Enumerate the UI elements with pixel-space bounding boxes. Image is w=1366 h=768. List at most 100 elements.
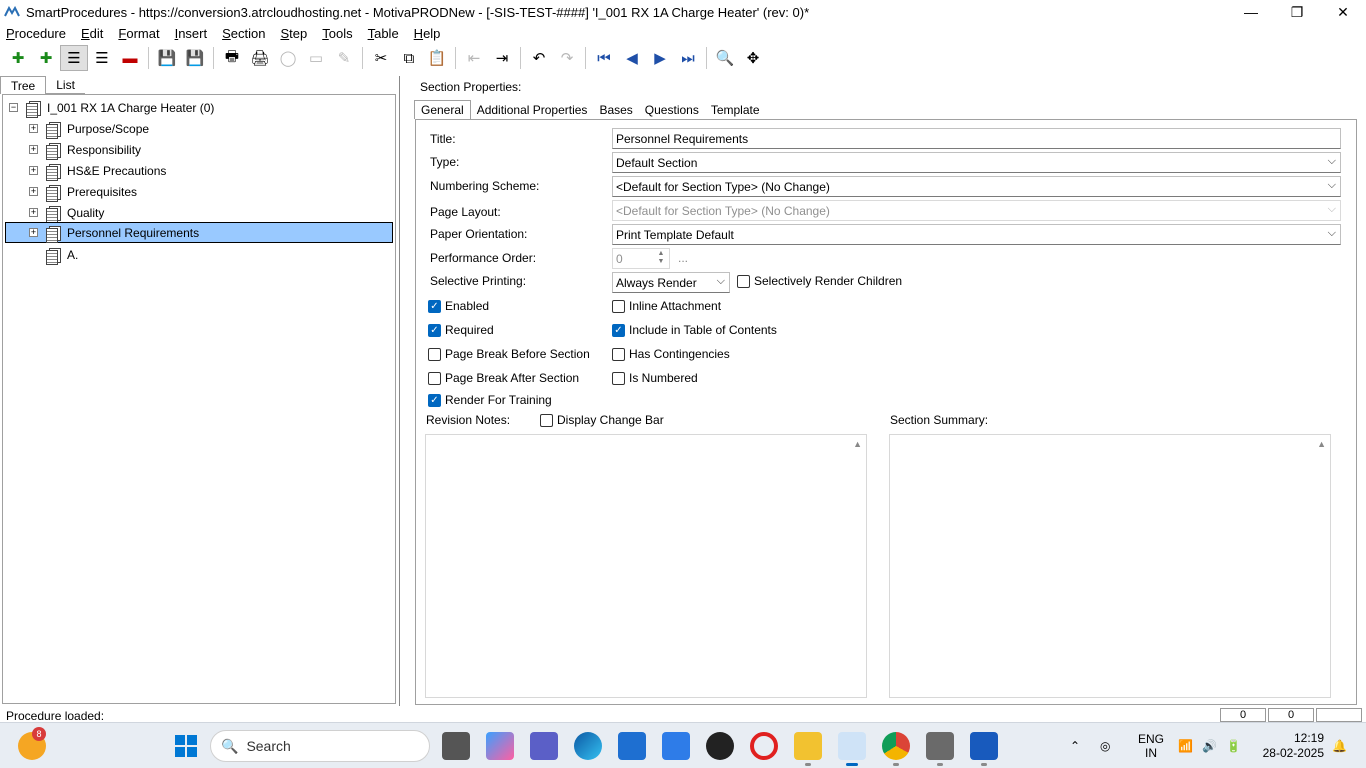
menu-format[interactable]: Format	[118, 26, 159, 41]
menu-section[interactable]: Section	[222, 26, 265, 41]
menu-procedure[interactable]: Procedure	[6, 26, 66, 41]
tree-item-purpose-scope[interactable]: + Purpose/Scope	[29, 118, 149, 139]
battery-icon[interactable]: 🔋	[1226, 723, 1241, 768]
expand-icon[interactable]: +	[29, 124, 38, 133]
tab-list[interactable]: List	[46, 76, 85, 94]
checkbox-box[interactable]	[428, 371, 441, 385]
selective-printing-select[interactable]: Always Render ⌵	[612, 272, 730, 293]
tree-item-a[interactable]: A.	[45, 244, 78, 265]
checkbox-box[interactable]	[612, 347, 625, 361]
render-for-training-checkbox[interactable]: ✓ Render For Training	[428, 393, 552, 407]
file-explorer-icon[interactable]	[794, 732, 822, 766]
expand-icon[interactable]: +	[29, 208, 38, 217]
opera-icon[interactable]	[750, 732, 778, 760]
indent-icon[interactable]: ⇥	[488, 45, 516, 71]
minimize-button[interactable]: —	[1228, 0, 1274, 24]
type-select[interactable]: Default Section ⌵	[612, 152, 1341, 173]
checkmark-icon[interactable]: ✓	[428, 393, 441, 407]
menu-step[interactable]: Step	[280, 26, 307, 41]
print-preview-icon[interactable]: 🖶	[218, 45, 246, 71]
power-automate-icon[interactable]	[662, 732, 690, 760]
panel-splitter[interactable]	[399, 76, 405, 706]
first-icon[interactable]: ⏮	[590, 45, 618, 71]
enabled-checkbox[interactable]: ✓ Enabled	[428, 299, 489, 313]
menu-edit[interactable]: Edit	[81, 26, 103, 41]
word-icon[interactable]	[970, 732, 998, 766]
last-icon[interactable]: ⏭	[674, 45, 702, 71]
scroll-up-icon[interactable]: ▲	[853, 439, 862, 449]
next-icon[interactable]: ▶	[646, 45, 674, 71]
checkmark-icon[interactable]: ✓	[612, 323, 625, 337]
expand-icon[interactable]: +	[29, 187, 38, 196]
network-status-icon[interactable]: ◎	[1100, 723, 1110, 768]
tab-additional-properties[interactable]: Additional Properties	[471, 100, 594, 119]
expand-icon[interactable]: +	[29, 145, 38, 154]
tree-item-quality[interactable]: + Quality	[29, 202, 104, 223]
teams-icon[interactable]	[530, 732, 558, 760]
cut-icon[interactable]: ✂	[367, 45, 395, 71]
tab-template[interactable]: Template	[705, 100, 766, 119]
refresh-icon[interactable]: ◯	[274, 45, 302, 71]
outline-view-icon[interactable]: ☰	[60, 45, 88, 71]
scroll-up-icon[interactable]: ▲	[1317, 439, 1326, 449]
add-icon[interactable]: ✚	[4, 45, 32, 71]
previous-icon[interactable]: ◀	[618, 45, 646, 71]
move-icon[interactable]: ✥	[739, 45, 767, 71]
save-icon[interactable]: 💾	[181, 45, 209, 71]
checkmark-icon[interactable]: ✓	[428, 299, 441, 313]
add-child-icon[interactable]: ✚	[32, 45, 60, 71]
checkbox-box[interactable]	[612, 299, 625, 313]
close-button[interactable]: ✕	[1320, 0, 1366, 24]
template-icon[interactable]: ▭	[302, 45, 330, 71]
menu-table[interactable]: Table	[368, 26, 399, 41]
tab-general[interactable]: General	[414, 100, 471, 119]
tree-item-hse-precautions[interactable]: + HS&E Precautions	[29, 160, 166, 181]
tab-tree[interactable]: Tree	[0, 76, 47, 94]
remove-icon[interactable]: ▬	[116, 45, 144, 71]
clock[interactable]: 12:19 28-02-2025	[1260, 723, 1324, 768]
collapse-icon[interactable]: −	[9, 103, 18, 112]
checkbox-box[interactable]	[428, 347, 441, 361]
checkbox-box[interactable]	[540, 413, 553, 427]
chrome-icon[interactable]	[882, 732, 910, 766]
checkbox-box[interactable]	[612, 371, 625, 385]
tab-questions[interactable]: Questions	[639, 100, 705, 119]
is-numbered-checkbox[interactable]: Is Numbered	[612, 371, 698, 385]
volume-icon[interactable]: 🔊	[1202, 723, 1217, 768]
inline-attachment-checkbox[interactable]: Inline Attachment	[612, 299, 721, 313]
notification-bell-icon[interactable]: 🔔	[1332, 723, 1347, 768]
page-break-after-checkbox[interactable]: Page Break After Section	[428, 371, 579, 385]
required-checkbox[interactable]: ✓ Required	[428, 323, 494, 337]
display-change-bar-checkbox[interactable]: Display Change Bar	[540, 413, 664, 427]
tab-bases[interactable]: Bases	[593, 100, 638, 119]
menu-help[interactable]: Help	[414, 26, 441, 41]
language-indicator[interactable]: ENG IN	[1138, 723, 1164, 768]
taskbar-search[interactable]: 🔍 Search	[210, 730, 430, 762]
undo-icon[interactable]: ↶	[525, 45, 553, 71]
redo-icon[interactable]: ↷	[553, 45, 581, 71]
title-input[interactable]: Personnel Requirements	[612, 128, 1341, 149]
menu-tools[interactable]: Tools	[322, 26, 352, 41]
task-view-icon[interactable]	[442, 732, 470, 760]
smartprocedures-taskbar-icon[interactable]	[838, 732, 866, 766]
expand-icon[interactable]: +	[29, 166, 38, 175]
tree-item-personnel-requirements[interactable]: + Personnel Requirements	[5, 222, 393, 243]
paper-orientation-select[interactable]: Print Template Default ⌵	[612, 224, 1341, 245]
windows-start-icon[interactable]	[172, 732, 200, 760]
outdent-icon[interactable]: ⇤	[460, 45, 488, 71]
edge-icon[interactable]	[574, 732, 602, 760]
expand-icon[interactable]: +	[29, 228, 38, 237]
has-contingencies-checkbox[interactable]: Has Contingencies	[612, 347, 730, 361]
show-hidden-icons[interactable]: ⌃	[1070, 723, 1080, 768]
paste-icon[interactable]: 📋	[423, 45, 451, 71]
tree-item-responsibility[interactable]: + Responsibility	[29, 139, 141, 160]
dell-icon[interactable]	[706, 732, 734, 760]
find-icon[interactable]: 🔍	[711, 45, 739, 71]
wand-icon[interactable]: ✎	[330, 45, 358, 71]
outline-collapse-icon[interactable]: ☰	[88, 45, 116, 71]
wifi-icon[interactable]: 📶	[1178, 723, 1193, 768]
store-icon[interactable]	[618, 732, 646, 760]
print-icon[interactable]: 🖨	[246, 45, 274, 71]
copy-icon[interactable]: ⧉	[395, 45, 423, 71]
section-summary-textarea[interactable]: ▲	[889, 434, 1331, 698]
